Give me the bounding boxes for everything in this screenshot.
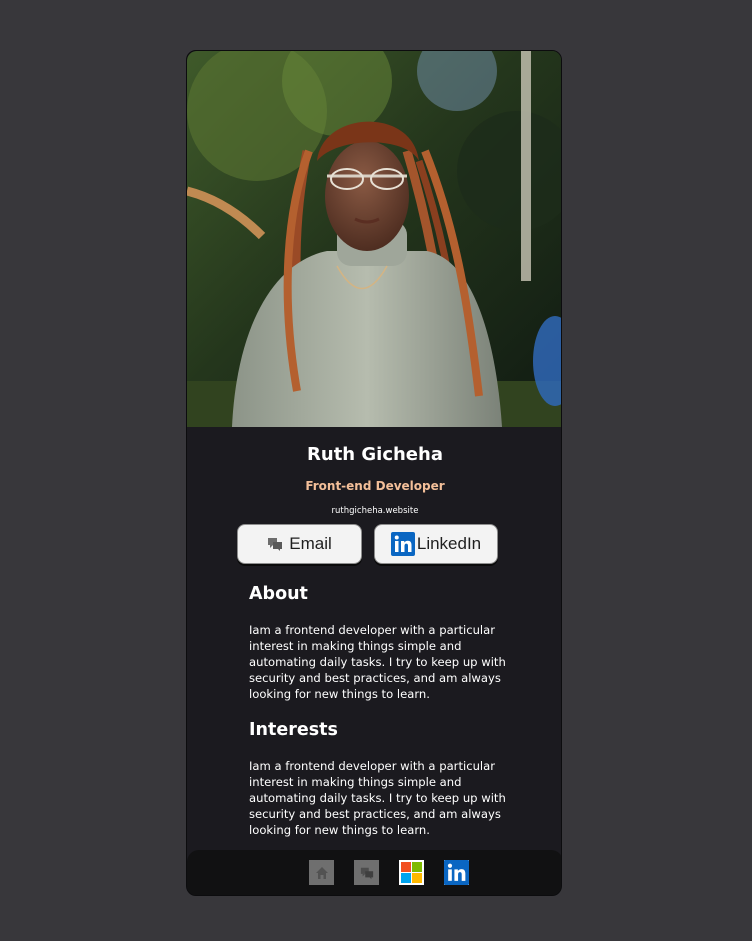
profile-website[interactable]: ruthgicheha.website xyxy=(187,506,561,516)
microsoft-icon[interactable] xyxy=(399,860,424,885)
chat-icon[interactable] xyxy=(354,860,379,885)
profile-role: Front-end Developer xyxy=(305,479,445,493)
about-heading: About xyxy=(249,584,308,604)
email-button[interactable]: Email xyxy=(237,524,362,564)
profile-photo xyxy=(187,51,561,427)
about-text: Iam a frontend developer with a particul… xyxy=(249,623,506,701)
interests-section: Interests xyxy=(249,720,509,740)
about-section: About xyxy=(249,584,509,604)
interests-heading: Interests xyxy=(249,720,338,740)
linkedin-icon xyxy=(390,532,415,556)
email-button-label: Email xyxy=(289,534,332,553)
interests-body: Iam a frontend developer with a particul… xyxy=(249,758,509,838)
home-icon[interactable] xyxy=(309,860,334,885)
interests-text: Iam a frontend developer with a particul… xyxy=(249,759,506,837)
linkedin-icon[interactable] xyxy=(444,860,469,885)
profile-card: Ruth Gicheha Front-end Developer ruthgic… xyxy=(186,50,562,896)
about-body: Iam a frontend developer with a particul… xyxy=(249,622,509,702)
chat-icon xyxy=(267,536,283,552)
linkedin-button-label: LinkedIn xyxy=(416,534,482,553)
profile-name: Ruth Gicheha xyxy=(307,444,443,465)
linkedin-button[interactable]: LinkedIn xyxy=(374,524,498,564)
footer-bar xyxy=(187,850,561,895)
